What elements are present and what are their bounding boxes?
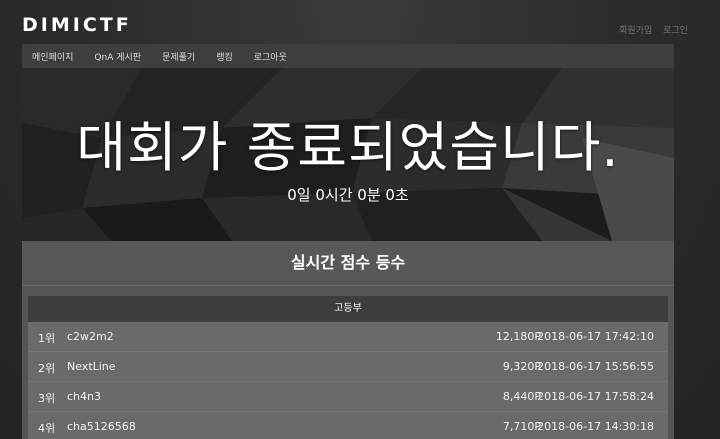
scoreboard-title: 실시간 점수 등수 xyxy=(22,241,674,286)
countdown-timer: 0일 0시간 0분 0초 xyxy=(287,186,409,204)
team-name-cell: c2w2m2 xyxy=(67,330,114,343)
time-cell: 2018-06-17 15:56:55 xyxy=(537,360,654,373)
main-container: 메인페이지 QnA 게시판 문제풀기 랭킹 로그아웃 대회가 종료되었습니다. xyxy=(22,44,674,439)
table-row: 2위 NextLine 9,320P 2018-06-17 15:56:55 xyxy=(28,352,668,382)
nav-item-logout[interactable]: 로그아웃 xyxy=(254,50,287,63)
score-cell: 9,320P xyxy=(502,360,541,373)
rank-cell: 1위 xyxy=(38,332,56,345)
time-cell: 2018-06-17 17:42:10 xyxy=(537,330,654,343)
score-cell: 8,440P xyxy=(502,390,541,403)
nav-item-ranking[interactable]: 랭킹 xyxy=(216,50,233,63)
rank-cell: 3위 xyxy=(38,392,56,405)
score-cell: 12,180P xyxy=(495,330,541,343)
time-cell: 2018-06-17 17:58:24 xyxy=(537,390,654,403)
time-cell: 2018-06-17 14:30:18 xyxy=(537,420,654,433)
top-links: 회원가입 로그인 xyxy=(611,23,688,36)
scoreboard-table: 고등부 1위 c2w2m2 12,180P 2018-06-17 17:42:1… xyxy=(28,296,668,439)
team-name-cell: cha5126568 xyxy=(67,420,136,433)
table-row: 1위 c2w2m2 12,180P 2018-06-17 17:42:10 xyxy=(28,322,668,352)
hero-banner: 대회가 종료되었습니다. 0일 0시간 0분 0초 xyxy=(22,68,674,241)
team-name-cell: ch4n3 xyxy=(67,390,101,403)
nav-item-challenges[interactable]: 문제풀기 xyxy=(162,50,195,63)
nav-item-qna[interactable]: QnA 게시판 xyxy=(94,50,141,63)
rank-cell: 4위 xyxy=(38,422,56,435)
team-name-cell: NextLine xyxy=(67,360,116,373)
rank-cell: 2위 xyxy=(38,362,56,375)
nav-bar: 메인페이지 QnA 게시판 문제풀기 랭킹 로그아웃 xyxy=(22,44,674,68)
score-cell: 7,710P xyxy=(502,420,541,433)
table-row: 4위 cha5126568 7,710P 2018-06-17 14:30:18 xyxy=(28,412,668,439)
division-header: 고등부 xyxy=(28,296,668,322)
login-link[interactable]: 로그인 xyxy=(663,26,688,36)
table-row: 3위 ch4n3 8,440P 2018-06-17 17:58:24 xyxy=(28,382,668,412)
nav-item-main[interactable]: 메인페이지 xyxy=(32,50,73,63)
signup-link[interactable]: 회원가입 xyxy=(619,26,652,36)
site-logo[interactable]: DIMICTF xyxy=(22,14,132,36)
contest-status-title: 대회가 종료되었습니다. xyxy=(76,116,620,179)
